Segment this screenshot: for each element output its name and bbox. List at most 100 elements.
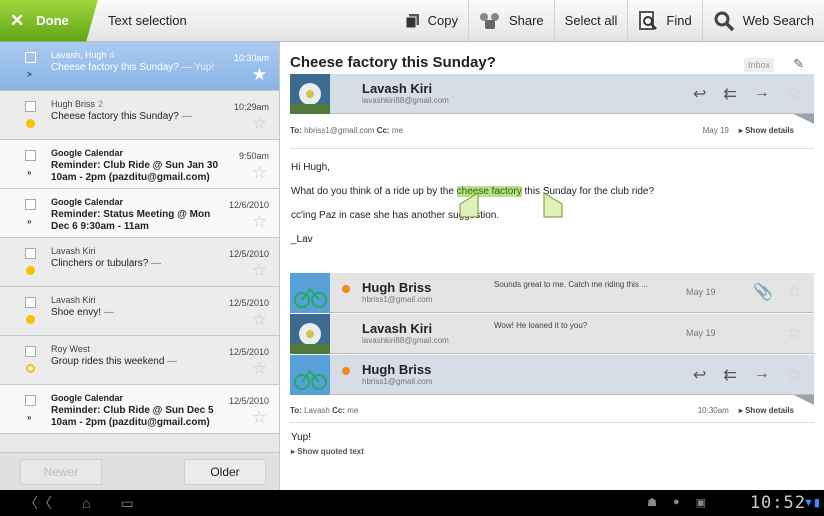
reply-icon[interactable]: ↩	[693, 365, 706, 385]
thread-message[interactable]: Lavash Kiri lavashkiri88@gmail.com Wow! …	[290, 314, 814, 354]
star-icon[interactable]: ☆	[787, 365, 802, 385]
show-details-link[interactable]: ▸ Show details	[739, 406, 794, 415]
importance-marker-icon: »	[27, 168, 32, 177]
star-icon[interactable]: ☆	[252, 311, 267, 328]
row-checkbox[interactable]	[25, 199, 36, 210]
share-button[interactable]: Share	[467, 0, 554, 42]
done-button[interactable]: ✕ Done	[0, 0, 98, 42]
priority-marker-icon	[26, 119, 35, 128]
message-header[interactable]: Lavash Kiri lavashkiri88@gmail.com ↩ ⇇ →…	[290, 74, 814, 114]
find-label: Find	[666, 13, 692, 28]
label-icon[interactable]: ✎	[793, 56, 804, 72]
conversation-row[interactable]: » Google Calendar Reminder: Status Meeting…	[0, 189, 279, 238]
sender-text: Hugh Briss	[51, 99, 96, 109]
back-icon[interactable]: 〈〈	[24, 493, 52, 513]
star-icon[interactable]: ☆	[787, 84, 802, 104]
web-search-button[interactable]: Web Search	[701, 0, 824, 42]
priority-marker-icon	[26, 364, 35, 373]
conversation-row[interactable]: Roy West Group rides this weekend — 12/5/2…	[0, 336, 279, 385]
subject-text: Cheese factory this Sunday?	[51, 111, 179, 122]
web-search-label: Web Search	[742, 13, 814, 28]
system-bar: 〈〈 ⌂ ▭ ☗ ● ▣ 10:52 ▼▮	[0, 490, 824, 516]
clock: 10:52	[749, 493, 806, 513]
conversation-row[interactable]: Lavash Kiri Shoe envy! — 12/5/2010 ☆	[0, 287, 279, 336]
row-checkbox[interactable]	[25, 52, 36, 63]
sender-email: hbriss1@gmail.com	[362, 295, 433, 304]
sender-text: Google Calendar	[51, 197, 124, 207]
message-date: May 19	[686, 328, 716, 338]
message-snippet: Sounds great to me. Catch me riding this…	[494, 280, 648, 289]
conversation-row[interactable]: Lavash Kiri Clinchers or tubulars? — 12/5/…	[0, 238, 279, 287]
row-subject: Cheese factory this Sunday? —	[51, 111, 221, 123]
star-icon[interactable]: ☆	[252, 213, 267, 230]
fold-corner	[794, 114, 814, 124]
row-checkbox[interactable]	[25, 346, 36, 357]
row-checkbox[interactable]	[25, 101, 36, 112]
pager: Newer Older	[0, 452, 279, 490]
message-pane: Cheese factory this Sunday? Inbox ✎ Lava…	[281, 42, 824, 490]
body-text: What do you think of a ride up by the	[291, 186, 457, 197]
sender-name: Hugh Briss	[362, 280, 432, 295]
search-icon	[714, 11, 734, 31]
sender-text: Roy West	[51, 344, 90, 354]
forward-icon[interactable]: →	[754, 365, 770, 385]
row-date: 12/5/2010	[228, 396, 269, 406]
row-checkbox[interactable]	[25, 395, 36, 406]
show-quoted-link[interactable]: ▸ Show quoted text	[291, 447, 364, 456]
show-details-link[interactable]: ▸ Show details	[739, 126, 794, 135]
star-icon[interactable]: ☆	[252, 409, 267, 426]
star-icon[interactable]: ☆	[252, 115, 267, 132]
sender-email: lavashkiri88@gmail.com	[362, 96, 449, 105]
recent-apps-icon[interactable]: ▭	[120, 495, 133, 512]
conversation-list: > Lavash, Hugh 4 Cheese factory this Sunday…	[0, 42, 280, 490]
expanded-message-header[interactable]: Hugh Briss hbriss1@gmail.com ↩ ⇇ → ☆	[290, 355, 814, 395]
row-checkbox[interactable]	[25, 297, 36, 308]
selection-end-handle[interactable]	[543, 192, 563, 218]
copy-button[interactable]: Copy	[396, 0, 468, 42]
sender-text: Google Calendar	[51, 393, 124, 403]
row-checkbox[interactable]	[25, 248, 36, 259]
cc-value: me	[391, 126, 403, 135]
reply-all-icon[interactable]: ⇇	[723, 365, 736, 385]
star-icon[interactable]: ☆	[787, 282, 802, 302]
message-count: 4	[109, 50, 115, 60]
sender-name: Hugh Briss	[362, 362, 432, 377]
reply-icon[interactable]: ↩	[693, 84, 706, 104]
subject-text: Reminder: Status Meeting @ Mon Dec 6 9:3…	[51, 209, 211, 232]
snippet-text: — Yup!	[178, 62, 215, 73]
attachment-icon: 📎	[753, 284, 773, 301]
star-icon[interactable]: ★	[252, 66, 267, 83]
show-details-label: Show details	[745, 126, 794, 135]
conversation-row[interactable]: » Google Calendar Reminder: Club Ride @ Su…	[0, 385, 279, 434]
thread-message[interactable]: Hugh Briss hbriss1@gmail.com Sounds grea…	[290, 273, 814, 313]
conversation-row[interactable]: » Google Calendar Reminder: Club Ride @ Su…	[0, 140, 279, 189]
subject-text: Clinchers or tubulars?	[51, 258, 149, 269]
inbox-label[interactable]: Inbox	[743, 58, 774, 72]
star-icon[interactable]: ☆	[252, 164, 267, 181]
body-line: Hi Hugh,	[291, 162, 330, 173]
sender-text: Lavash Kiri	[51, 295, 96, 305]
selection-start-handle[interactable]	[459, 192, 479, 218]
star-icon[interactable]: ☆	[252, 360, 267, 377]
row-date: 12/5/2010	[228, 347, 269, 357]
conversation-row[interactable]: > Lavash, Hugh 4 Cheese factory this Sunday…	[0, 42, 279, 91]
older-button[interactable]: Older	[184, 458, 266, 485]
home-icon[interactable]: ⌂	[82, 495, 90, 511]
notification-tray[interactable]: ☗ ● ▣	[647, 496, 706, 509]
select-all-button[interactable]: Select all	[553, 0, 628, 42]
row-subject: Reminder: Club Ride @ Sun Jan 30 10am - …	[51, 160, 221, 184]
row-checkbox[interactable]	[25, 150, 36, 161]
mode-title: Text selection	[108, 13, 187, 28]
forward-icon[interactable]: →	[754, 84, 770, 104]
star-icon[interactable]: ☆	[252, 262, 267, 279]
reply-all-icon[interactable]: ⇇	[723, 84, 736, 104]
row-date: 9:50am	[238, 151, 269, 161]
conversation-row[interactable]: Hugh Briss 2 Cheese factory this Sunday? —…	[0, 91, 279, 140]
sender-email: lavashkiri88@gmail.com	[362, 336, 449, 345]
row-subject: Group rides this weekend —	[51, 356, 221, 368]
reply-body: Yup!	[291, 432, 312, 443]
row-date: 10:29am	[233, 102, 269, 112]
star-icon[interactable]: ☆	[787, 323, 802, 343]
newer-button[interactable]: Newer	[20, 458, 102, 485]
find-button[interactable]: Find	[627, 0, 701, 42]
